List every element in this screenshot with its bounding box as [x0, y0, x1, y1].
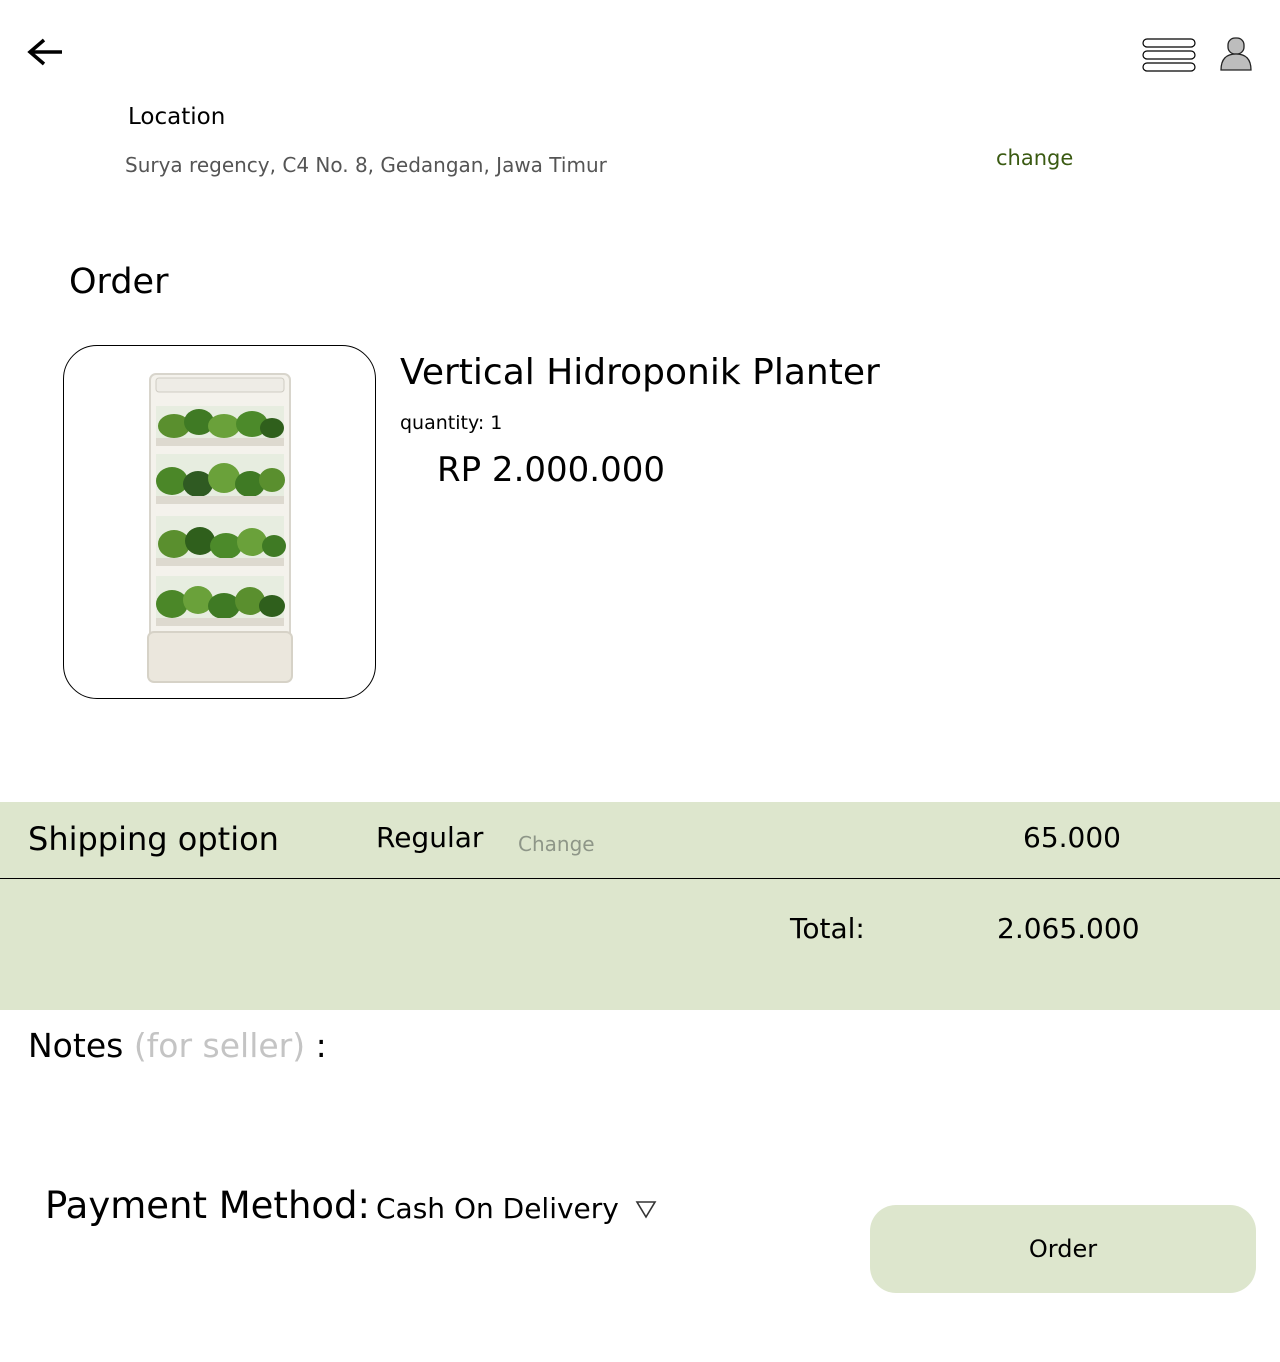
- order-section-title: Order: [69, 262, 169, 302]
- location-title: Location: [128, 104, 226, 130]
- user-profile-icon: [1220, 37, 1252, 71]
- notes-label-row: Notes (for seller) :: [28, 1026, 327, 1065]
- payment-method-value: Cash On Delivery: [376, 1192, 619, 1225]
- change-shipping-link[interactable]: Change: [518, 832, 595, 856]
- product-quantity: quantity: 1: [400, 412, 503, 434]
- location-address: Surya regency, C4 No. 8, Gedangan, Jawa …: [125, 153, 607, 177]
- menu-button[interactable]: [1140, 36, 1198, 74]
- product-price: RP 2.000.000: [437, 450, 665, 490]
- shipping-option-label: Shipping option: [28, 820, 279, 858]
- payment-method-label: Payment Method:: [45, 1184, 370, 1227]
- profile-button[interactable]: [1216, 36, 1256, 74]
- back-button[interactable]: [24, 34, 68, 70]
- notes-hint: (for seller): [133, 1026, 306, 1065]
- hydroponic-planter-image: [147, 373, 293, 683]
- shipping-type: Regular: [376, 821, 484, 854]
- arrow-left-icon: [27, 38, 62, 66]
- product-image-frame: [63, 345, 376, 699]
- notes-input[interactable]: [320, 1030, 1224, 1072]
- hamburger-menu-icon: [1142, 38, 1196, 72]
- payment-method-dropdown[interactable]: Cash On Delivery: [376, 1192, 657, 1225]
- product-name: Vertical Hidroponik Planter: [400, 352, 880, 393]
- triangle-down-icon: [635, 1200, 657, 1219]
- order-button[interactable]: Order: [870, 1205, 1256, 1293]
- total-label: Total:: [790, 912, 865, 945]
- total-value: 2.065.000: [997, 912, 1140, 945]
- notes-label: Notes: [28, 1026, 124, 1065]
- change-location-link[interactable]: change: [996, 146, 1073, 170]
- shipping-cost: 65.000: [1023, 821, 1121, 854]
